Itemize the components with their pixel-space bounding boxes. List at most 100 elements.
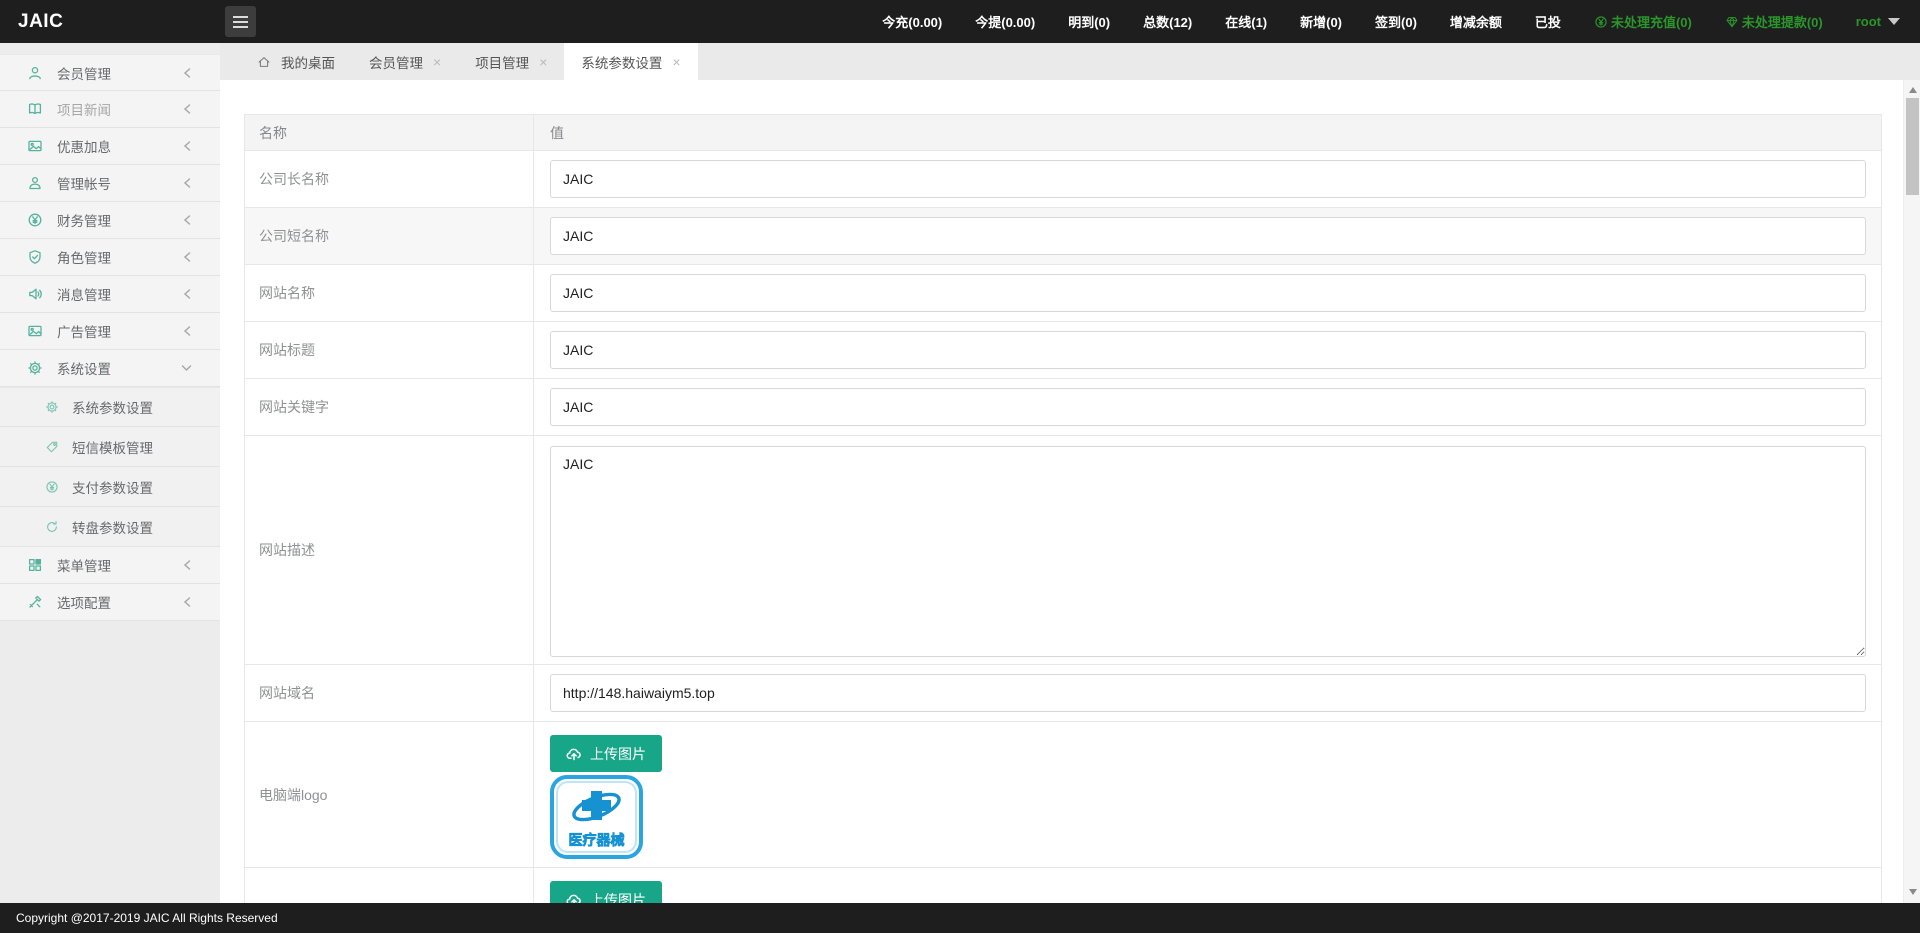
table-row-网站名称: 网站名称	[245, 265, 1881, 322]
upload-image-button[interactable]: 上传图片	[550, 735, 662, 772]
sidebar-item-广告管理[interactable]: 广告管理	[0, 313, 220, 350]
yen-circle-icon	[27, 212, 43, 228]
cloud-upload-icon	[566, 746, 582, 762]
table-row-公司短名称: 公司短名称	[245, 208, 1881, 265]
chevron-left-icon	[183, 560, 192, 571]
topbar-alert[interactable]: 未处理提款(0)	[1725, 12, 1823, 31]
tabbar: 我的桌面会员管理×项目管理×系统参数设置×	[220, 43, 1920, 80]
tab-close-icon[interactable]: ×	[672, 55, 680, 69]
sidebar-subitem-短信模板管理[interactable]: 短信模板管理	[0, 427, 220, 467]
sidebar: 会员管理项目新闻优惠加息管理帐号财务管理角色管理消息管理广告管理系统设置系统参数…	[0, 43, 220, 903]
sidebar-item-管理帐号[interactable]: 管理帐号	[0, 165, 220, 202]
copyright-text: Copyright @2017-2019 JAIC All Rights Res…	[16, 911, 278, 925]
sidebar-item-label: 消息管理	[57, 284, 111, 304]
topbar-alert-label: 未处理充值(0)	[1611, 12, 1692, 31]
setting-input-公司短名称[interactable]	[550, 217, 1866, 255]
scroll-down-icon	[1909, 889, 1917, 895]
upload-button-label: 上传图片	[590, 890, 646, 904]
sidebar-item-消息管理[interactable]: 消息管理	[0, 276, 220, 313]
sidebar-item-菜单管理[interactable]: 菜单管理	[0, 547, 220, 584]
setting-input-网站关键字[interactable]	[550, 388, 1866, 426]
topbar: JAIC 今充(0.00) 今提(0.00) 明到(0) 总数(12) 在线(1) 新增(…	[0, 0, 1920, 43]
table-row-电脑端logo: 电脑端logo上传图片 医疗器械	[245, 722, 1881, 868]
sidebar-subitem-系统参数设置[interactable]: 系统参数设置	[0, 387, 220, 427]
pc-logo-preview-image[interactable]: 医疗器械	[550, 775, 643, 862]
tab-close-icon[interactable]: ×	[539, 55, 547, 69]
caret-down-icon	[1888, 18, 1900, 25]
sidebar-subitem-label: 短信模板管理	[72, 437, 153, 457]
sidebar-item-财务管理[interactable]: 财务管理	[0, 202, 220, 239]
sidebar-item-优惠加息[interactable]: 优惠加息	[0, 128, 220, 165]
scroll-up-icon	[1909, 87, 1917, 93]
topbar-alert[interactable]: 未处理充值(0)	[1594, 12, 1692, 31]
topbar-stat[interactable]: 今充(0.00)	[882, 12, 942, 31]
scroll-up-button[interactable]	[1904, 82, 1920, 98]
tab-close-icon[interactable]: ×	[433, 55, 441, 69]
setting-value-cell	[534, 436, 1882, 664]
setting-input-公司长名称[interactable]	[550, 160, 1866, 198]
chevron-left-icon	[183, 215, 192, 226]
setting-input-网站域名[interactable]	[550, 674, 1866, 712]
home-icon	[257, 55, 271, 69]
chevron-left-icon	[183, 178, 192, 189]
logo-upload-group: 上传图片 医疗器械	[550, 735, 662, 862]
topbar-stat[interactable]: 明到(0)	[1068, 12, 1110, 31]
refresh-icon	[45, 520, 59, 534]
setting-name: 网站关键字	[245, 379, 534, 435]
topbar-stat[interactable]: 今提(0.00)	[975, 12, 1035, 31]
sidebar-item-会员管理[interactable]: 会员管理	[0, 54, 220, 91]
tab-系统参数设置[interactable]: 系统参数设置×	[564, 43, 697, 80]
vertical-scrollbar[interactable]	[1903, 80, 1920, 903]
user-menu[interactable]: root	[1856, 14, 1900, 29]
sidebar-item-label: 管理帐号	[57, 173, 111, 193]
chevron-left-icon	[183, 104, 192, 115]
setting-input-网站标题[interactable]	[550, 331, 1866, 369]
shield-icon	[27, 249, 43, 265]
sidebar-item-label: 角色管理	[57, 247, 111, 267]
topbar-stat[interactable]: 新增(0)	[1300, 12, 1342, 31]
app-logo: JAIC	[0, 11, 220, 33]
tab-项目管理[interactable]: 项目管理 ×	[458, 43, 564, 80]
sidebar-subitem-支付参数设置[interactable]: 支付参数设置	[0, 467, 220, 507]
topbar-stat[interactable]: 增减余额	[1450, 12, 1502, 31]
sidebar-submenu: 系统参数设置短信模板管理支付参数设置转盘参数设置	[0, 387, 220, 547]
topbar-stat[interactable]: 签到(0)	[1375, 12, 1417, 31]
setting-textarea-网站描述[interactable]	[550, 446, 1866, 657]
sidebar-subitem-转盘参数设置[interactable]: 转盘参数设置	[0, 507, 220, 547]
upload-image-button[interactable]: 上传图片	[550, 881, 662, 903]
sidebar-subitem-label: 系统参数设置	[72, 397, 153, 417]
sidebar-subitem-label: 支付参数设置	[72, 477, 153, 497]
topbar-stat[interactable]: 在线(1)	[1225, 12, 1267, 31]
sidebar-item-项目新闻[interactable]: 项目新闻	[0, 91, 220, 128]
scroll-down-button[interactable]	[1904, 884, 1920, 900]
tab-我的桌面[interactable]: 我的桌面	[240, 43, 352, 80]
setting-value-cell	[534, 665, 1882, 721]
sidebar-item-系统设置[interactable]: 系统设置	[0, 350, 220, 387]
setting-value-cell	[534, 379, 1882, 435]
svg-text:医疗器械: 医疗器械	[569, 832, 625, 848]
sidebar-item-label: 财务管理	[57, 210, 111, 230]
account-icon	[27, 175, 43, 191]
sidebar-item-选项配置[interactable]: 选项配置	[0, 584, 220, 621]
sidebar-nav: 会员管理项目新闻优惠加息管理帐号财务管理角色管理消息管理广告管理系统设置系统参数…	[0, 43, 220, 621]
tab-label: 会员管理	[369, 52, 423, 72]
gear-icon	[27, 360, 43, 376]
chevron-left-icon	[183, 597, 192, 608]
sidebar-item-角色管理[interactable]: 角色管理	[0, 239, 220, 276]
sidebar-toggle-button[interactable]	[225, 6, 256, 37]
setting-input-网站名称[interactable]	[550, 274, 1866, 312]
setting-name: 电脑端logo	[245, 722, 534, 867]
topbar-stat[interactable]: 总数(12)	[1143, 12, 1192, 31]
settings-page: 名称 值 公司长名称公司短名称网站名称网站标题网站关键字网站描述网站域名电脑端l…	[220, 80, 1903, 903]
setting-value-cell	[534, 208, 1882, 264]
table-row-网站描述: 网站描述	[245, 436, 1881, 665]
scrollbar-thumb[interactable]	[1906, 98, 1919, 195]
sidebar-item-label: 系统设置	[57, 358, 111, 378]
column-header-name: 名称	[245, 115, 534, 150]
chevron-left-icon	[183, 326, 192, 337]
setting-name: 网站标题	[245, 322, 534, 378]
tab-label: 项目管理	[475, 52, 529, 72]
topbar-stat[interactable]: 已投	[1535, 12, 1561, 31]
chevron-left-icon	[183, 289, 192, 300]
tab-会员管理[interactable]: 会员管理 ×	[352, 43, 458, 80]
